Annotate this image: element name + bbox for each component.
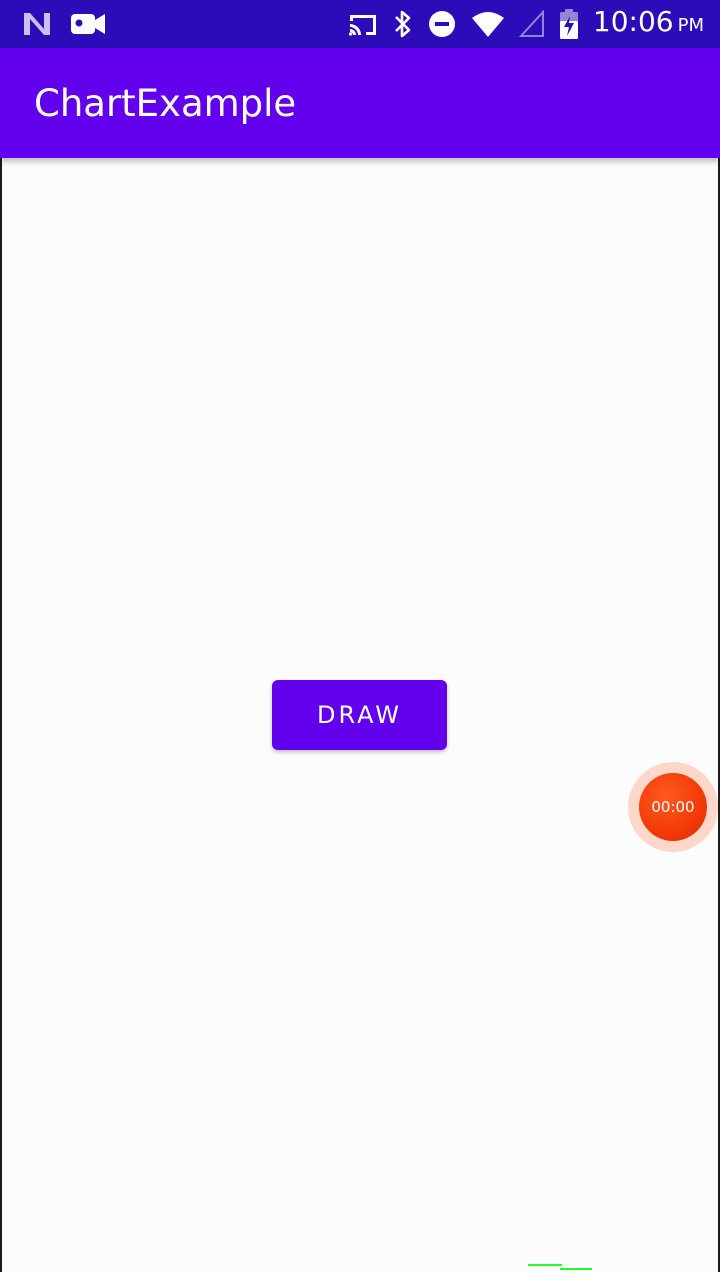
- green-artifact-line: [528, 1264, 562, 1266]
- recorder-timer-button[interactable]: 00:00: [639, 773, 707, 841]
- status-left-icons: [22, 10, 106, 38]
- status-bar: 10:06 PM: [0, 0, 720, 48]
- status-right-icons: 10:06 PM: [347, 4, 704, 44]
- left-border: [0, 158, 2, 1272]
- app-bar: ChartExample: [0, 48, 720, 158]
- draw-button[interactable]: DRAW: [272, 680, 447, 750]
- clock-ampm: PM: [677, 15, 704, 36]
- cell-signal-icon: [518, 10, 544, 37]
- green-artifact-line: [560, 1268, 592, 1270]
- status-clock: 10:06 PM: [593, 4, 704, 44]
- recorder-timer-label: 00:00: [651, 798, 695, 816]
- do-not-disturb-icon: [428, 11, 455, 37]
- bluetooth-icon: [394, 10, 411, 38]
- wifi-icon: [471, 12, 504, 37]
- video-camera-icon: [71, 14, 105, 34]
- cast-icon: [348, 15, 376, 36]
- n-logo-icon: [24, 13, 50, 35]
- battery-charging-icon: [559, 9, 578, 39]
- clock-time: 10:06: [592, 5, 674, 38]
- app-title: ChartExample: [34, 82, 297, 125]
